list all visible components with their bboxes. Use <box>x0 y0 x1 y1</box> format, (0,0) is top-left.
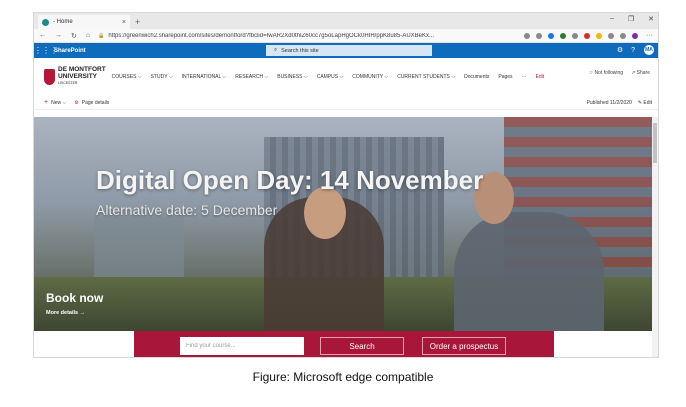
tab-close-icon[interactable]: × <box>122 19 126 26</box>
dmu-crest-icon <box>44 69 55 85</box>
dmu-logo[interactable]: DE MONTFORT UNIVERSITY LEICESTER <box>44 67 106 87</box>
hero-person-right <box>454 212 604 331</box>
tab-title: - Home <box>53 19 73 25</box>
header-actions: ☆ Not following ↗ Share <box>589 70 650 76</box>
more-menu-icon[interactable]: ··· <box>646 32 653 39</box>
suite-right-icons: ⚙ ? MA <box>617 44 655 56</box>
tab-bar: - Home × + – ❐ ✕ <box>34 13 658 29</box>
logo-line3: LEICESTER <box>58 81 78 86</box>
url-field[interactable]: https://greenwich2.sharepoint.com/sites/… <box>108 33 518 39</box>
page-details-icon: ⚙ <box>74 99 79 106</box>
nav-item-documents[interactable]: Documents <box>464 74 489 80</box>
minimize-button[interactable]: – <box>610 15 614 23</box>
settings-gear-icon[interactable]: ⚙ <box>617 46 623 54</box>
new-button[interactable]: New ⌵ <box>51 100 66 106</box>
command-bar-right: Published 11/2/2020 ✎ Edit <box>587 100 652 106</box>
app-launcher-icon[interactable]: ⋮⋮⋮ <box>34 46 58 55</box>
site-navigation: COURSES ⌵ STUDY ⌵ INTERNATIONAL ⌵ RESEAR… <box>112 74 545 80</box>
forward-icon[interactable]: → <box>55 32 62 40</box>
scrollbar-thumb[interactable] <box>653 123 657 163</box>
extension-icon[interactable] <box>620 32 626 39</box>
nav-item-study[interactable]: STUDY ⌵ <box>151 74 173 80</box>
browser-tab[interactable]: - Home × <box>38 15 130 29</box>
extension-icon[interactable] <box>584 32 590 39</box>
hero-title: Digital Open Day: 14 November <box>96 165 484 195</box>
extension-icons <box>524 32 638 39</box>
hero-banner[interactable]: Digital Open Day: 14 November Alternativ… <box>34 117 658 331</box>
extension-icon[interactable] <box>632 32 638 39</box>
published-date: Published 11/2/2020 <box>586 100 632 106</box>
course-search-strip: Search Order a prospectus <box>134 331 554 357</box>
more-details-link[interactable]: More details → <box>46 310 85 316</box>
back-icon[interactable]: ← <box>39 32 46 40</box>
nav-item-community[interactable]: COMMUNITY ⌵ <box>352 74 388 80</box>
extension-icon[interactable] <box>560 32 566 39</box>
nav-item-courses[interactable]: COURSES ⌵ <box>112 74 142 80</box>
extension-icon[interactable] <box>524 32 530 39</box>
logo-line2: UNIVERSITY <box>58 72 98 80</box>
sharepoint-title[interactable]: SharePoint <box>54 48 86 54</box>
nav-item-pages[interactable]: Pages <box>498 74 512 80</box>
address-bar: ← → ↻ ⌂ 🔒 https://greenwich2.sharepoint.… <box>34 29 658 43</box>
nav-item-international[interactable]: INTERNATIONAL ⌵ <box>182 74 227 80</box>
nav-item-business[interactable]: BUSINESS ⌵ <box>277 74 307 80</box>
nav-item-current-students[interactable]: CURRENT STUDENTS ⌵ <box>397 74 455 80</box>
book-now-heading[interactable]: Book now <box>46 291 103 305</box>
hero-subtitle: Alternative date: 5 December <box>96 202 278 218</box>
order-prospectus-button[interactable]: Order a prospectus <box>422 337 506 355</box>
not-following-button[interactable]: ☆ Not following <box>589 70 624 76</box>
search-placeholder: Search this site <box>281 47 319 54</box>
extension-icon[interactable] <box>596 32 602 39</box>
edit-page-button[interactable]: ✎ Edit <box>638 100 652 106</box>
extension-icon[interactable] <box>548 32 554 39</box>
extension-icon[interactable] <box>572 32 578 39</box>
close-window-button[interactable]: ✕ <box>648 15 654 23</box>
maximize-button[interactable]: ❐ <box>628 15 634 23</box>
nav-more[interactable]: ··· <box>522 74 527 80</box>
nav-item-research[interactable]: RESEARCH ⌵ <box>235 74 268 80</box>
find-course-input[interactable] <box>180 337 304 355</box>
share-button[interactable]: ↗ Share <box>631 70 650 76</box>
refresh-icon[interactable]: ↻ <box>71 32 77 40</box>
page-scrollbar[interactable] <box>652 117 658 357</box>
window-controls: – ❐ ✕ <box>610 15 654 23</box>
browser-window: - Home × + – ❐ ✕ ← → ↻ ⌂ 🔒 https://green… <box>33 12 659 358</box>
search-icon: ⌕ <box>274 47 278 53</box>
command-bar: + New ⌵ ⚙ Page details Published 11/2/20… <box>34 96 658 110</box>
nav-buttons: ← → ↻ ⌂ <box>39 32 90 40</box>
page-details-button[interactable]: Page details <box>82 100 110 106</box>
site-header: DE MONTFORT UNIVERSITY LEICESTER COURSES… <box>34 58 658 96</box>
search-button[interactable]: Search <box>320 337 404 355</box>
plus-icon: + <box>44 99 49 106</box>
logo-text: DE MONTFORT UNIVERSITY LEICESTER <box>58 67 106 87</box>
site-favicon-icon <box>42 18 49 26</box>
site-search-box[interactable]: ⌕ Search this site <box>266 45 432 56</box>
new-tab-button[interactable]: + <box>135 15 140 29</box>
extension-icon[interactable] <box>536 32 542 39</box>
figure-caption: Figure: Microsoft edge compatible <box>252 370 434 384</box>
avatar[interactable]: MA <box>643 44 655 56</box>
lock-icon: 🔒 <box>98 32 105 39</box>
extension-icon[interactable] <box>608 32 614 39</box>
sharepoint-suite-bar: ⋮⋮⋮ SharePoint ⌕ Search this site ⚙ ? MA <box>34 43 658 58</box>
nav-edit-link[interactable]: Edit <box>536 74 545 80</box>
help-icon[interactable]: ? <box>631 47 635 54</box>
home-icon[interactable]: ⌂ <box>86 32 90 40</box>
nav-item-campus[interactable]: CAMPUS ⌵ <box>317 74 344 80</box>
